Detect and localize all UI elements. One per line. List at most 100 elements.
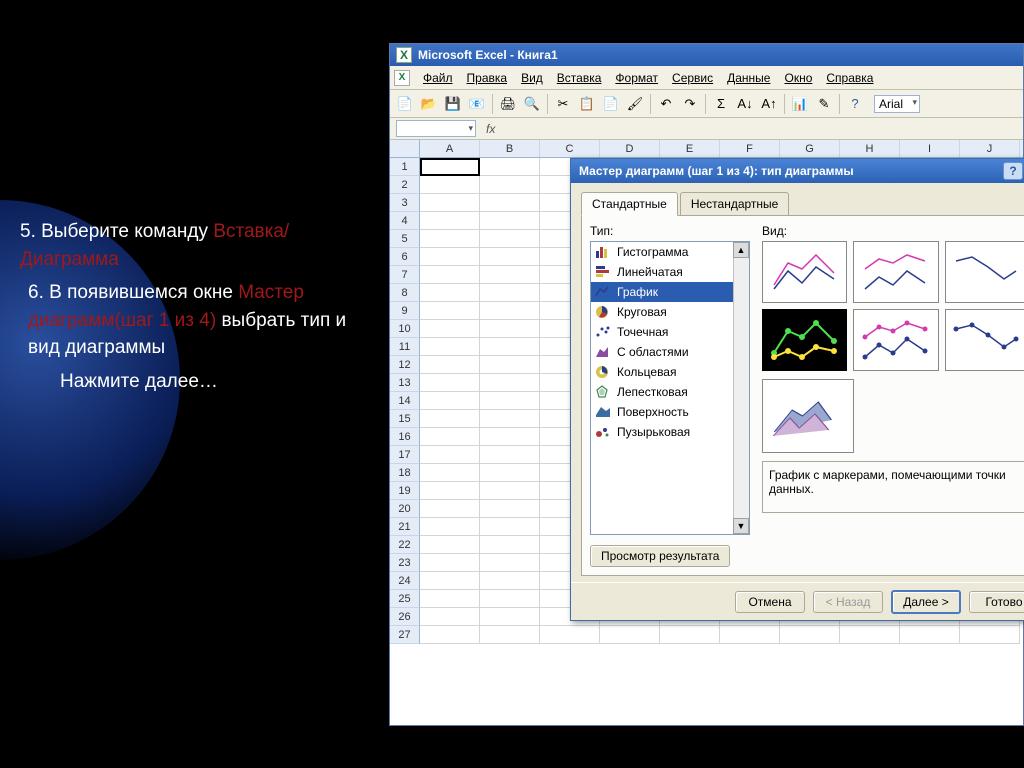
chart-type-item[interactable]: С областями — [591, 342, 749, 362]
col-F[interactable]: F — [720, 140, 780, 157]
chart-wizard-icon[interactable]: 📊 — [789, 93, 811, 115]
cell[interactable] — [480, 356, 540, 374]
chart-type-item[interactable]: Лепестковая — [591, 382, 749, 402]
menu-file[interactable]: Файл — [416, 68, 460, 88]
row-header[interactable]: 12 — [390, 356, 420, 374]
row-header[interactable]: 15 — [390, 410, 420, 428]
chart-type-item[interactable]: График — [591, 282, 749, 302]
paste-icon[interactable]: 📄 — [600, 93, 622, 115]
cell[interactable] — [420, 446, 480, 464]
cell[interactable] — [480, 158, 540, 176]
cell[interactable] — [480, 392, 540, 410]
finish-button[interactable]: Готово — [969, 591, 1024, 613]
cell[interactable] — [840, 626, 900, 644]
col-H[interactable]: H — [840, 140, 900, 157]
cell[interactable] — [420, 572, 480, 590]
menu-view[interactable]: Вид — [514, 68, 550, 88]
row-header[interactable]: 23 — [390, 554, 420, 572]
chart-type-item[interactable]: Кольцевая — [591, 362, 749, 382]
row-header[interactable]: 13 — [390, 374, 420, 392]
cell[interactable] — [480, 446, 540, 464]
cell[interactable] — [480, 194, 540, 212]
menu-insert[interactable]: Вставка — [550, 68, 609, 88]
select-all-corner[interactable] — [390, 140, 420, 157]
cell[interactable] — [420, 608, 480, 626]
cell[interactable] — [480, 284, 540, 302]
chart-type-item[interactable]: Круговая — [591, 302, 749, 322]
cell[interactable] — [540, 626, 600, 644]
cell[interactable] — [420, 194, 480, 212]
cell[interactable] — [480, 590, 540, 608]
cell[interactable] — [480, 500, 540, 518]
cell[interactable] — [420, 302, 480, 320]
name-box[interactable] — [396, 120, 476, 137]
cell[interactable] — [660, 626, 720, 644]
row-header[interactable]: 5 — [390, 230, 420, 248]
col-E[interactable]: E — [660, 140, 720, 157]
cancel-button[interactable]: Отмена — [735, 591, 805, 613]
cell[interactable] — [420, 356, 480, 374]
cell[interactable] — [480, 338, 540, 356]
menu-tools[interactable]: Сервис — [665, 68, 720, 88]
chart-type-item[interactable]: Гистограмма — [591, 242, 749, 262]
cell[interactable] — [900, 626, 960, 644]
col-I[interactable]: I — [900, 140, 960, 157]
drawing-icon[interactable]: ✎ — [813, 93, 835, 115]
col-A[interactable]: A — [420, 140, 480, 157]
cell[interactable] — [420, 392, 480, 410]
scroll-up-icon[interactable]: ▲ — [733, 242, 749, 258]
cell[interactable] — [420, 536, 480, 554]
chart-type-item[interactable]: Линейчатая — [591, 262, 749, 282]
cell[interactable] — [480, 428, 540, 446]
cell[interactable] — [480, 482, 540, 500]
row-header[interactable]: 20 — [390, 500, 420, 518]
cell[interactable] — [420, 410, 480, 428]
scroll-down-icon[interactable]: ▼ — [733, 518, 749, 534]
subtype-5[interactable] — [853, 309, 938, 371]
menu-edit[interactable]: Правка — [460, 68, 515, 88]
row-header[interactable]: 25 — [390, 590, 420, 608]
row-header[interactable]: 4 — [390, 212, 420, 230]
row-header[interactable]: 10 — [390, 320, 420, 338]
sort-desc-icon[interactable]: A↑ — [758, 93, 780, 115]
cell[interactable] — [720, 626, 780, 644]
row-header[interactable]: 19 — [390, 482, 420, 500]
row-header[interactable]: 17 — [390, 446, 420, 464]
row-header[interactable]: 6 — [390, 248, 420, 266]
cell[interactable] — [420, 518, 480, 536]
cell[interactable] — [480, 410, 540, 428]
cell[interactable] — [780, 626, 840, 644]
row-header[interactable]: 2 — [390, 176, 420, 194]
cell[interactable] — [600, 626, 660, 644]
cell[interactable] — [420, 320, 480, 338]
row-header[interactable]: 27 — [390, 626, 420, 644]
cell[interactable] — [420, 230, 480, 248]
cell[interactable] — [420, 158, 480, 176]
chart-type-item[interactable]: Точечная — [591, 322, 749, 342]
fx-icon[interactable]: fx — [486, 122, 495, 136]
preview-icon[interactable]: 🔍 — [521, 93, 543, 115]
cell[interactable] — [480, 518, 540, 536]
cell[interactable] — [480, 320, 540, 338]
help-button[interactable]: ? — [1003, 162, 1023, 180]
sort-asc-icon[interactable]: A↓ — [734, 93, 756, 115]
row-header[interactable]: 18 — [390, 464, 420, 482]
tab-standard[interactable]: Стандартные — [581, 192, 678, 216]
subtype-3[interactable] — [945, 241, 1024, 303]
cell[interactable] — [480, 572, 540, 590]
cell[interactable] — [480, 464, 540, 482]
cell[interactable] — [420, 212, 480, 230]
cell[interactable] — [480, 374, 540, 392]
cell[interactable] — [480, 302, 540, 320]
col-B[interactable]: B — [480, 140, 540, 157]
menu-format[interactable]: Формат — [608, 68, 665, 88]
chart-type-list[interactable]: ГистограммаЛинейчатаяГрафикКруговаяТочеч… — [590, 241, 750, 535]
subtype-6[interactable] — [945, 309, 1024, 371]
cell[interactable] — [420, 554, 480, 572]
cell[interactable] — [420, 338, 480, 356]
row-header[interactable]: 24 — [390, 572, 420, 590]
undo-icon[interactable]: ↶ — [655, 93, 677, 115]
cell[interactable] — [420, 374, 480, 392]
format-painter-icon[interactable]: 🖌 — [624, 93, 646, 115]
row-header[interactable]: 11 — [390, 338, 420, 356]
